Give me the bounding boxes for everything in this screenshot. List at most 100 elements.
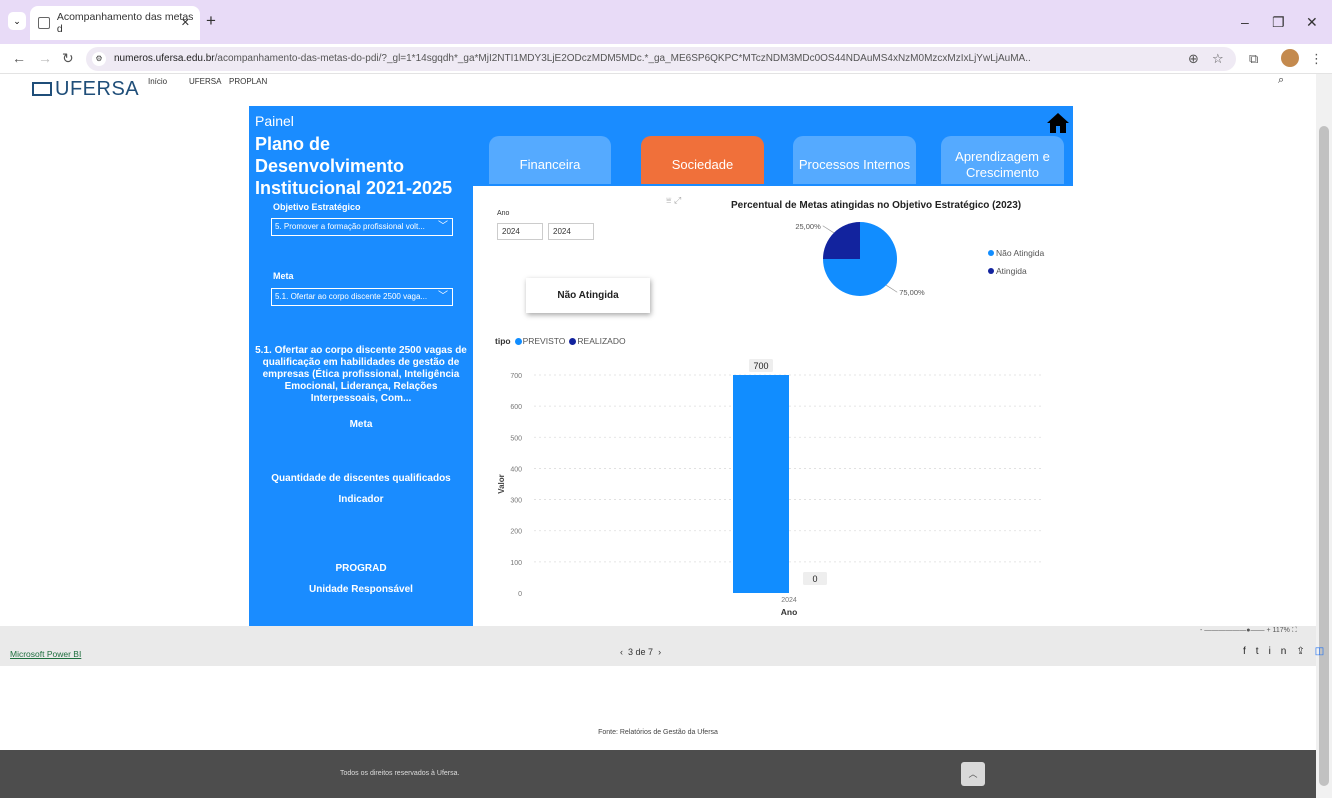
next-page-icon[interactable]: › [658, 647, 661, 657]
address-bar[interactable]: ⚙ numeros.ufersa.edu.br/acompanhamento-d… [86, 47, 1236, 71]
legend-dot-icon [988, 250, 994, 256]
pie-data-label: 25,00% [795, 222, 821, 231]
twitter-icon[interactable]: t [1256, 646, 1269, 657]
powerbi-link[interactable]: Microsoft Power BI [10, 649, 81, 659]
url-path: /acompanhamento-das-metas-do-pdi/?_gl=1*… [214, 53, 1031, 64]
pie-chart: 75,00% 25,00% [795, 222, 925, 297]
y-tick-label: 300 [510, 498, 522, 505]
page-indicator: 3 de 7 [628, 647, 654, 657]
meta-caption: Meta [349, 419, 373, 430]
site-footer [0, 750, 1316, 798]
y-tick-label: 200 [510, 529, 522, 536]
legend-dot-icon [514, 338, 522, 345]
tab-processos-internos[interactable]: Processos Internos [793, 136, 916, 184]
zoom-value: 117% [1272, 627, 1290, 634]
bar-chart: 0 100 200 300 400 500 600 700 Valor 700 0 2024 Ano [497, 359, 1044, 617]
share-link-icon[interactable]: ⇪ [1296, 646, 1314, 657]
meta-value: 5.1. Ofertar ao corpo discente 2500 vaga… [275, 292, 428, 301]
chevron-down-icon: ﹀ [438, 291, 448, 302]
filter-icon[interactable]: ⩸ [666, 195, 671, 205]
close-tab-icon[interactable]: ✕ [181, 16, 190, 29]
report-title: Plano de Desenvolvimento Institucional 2… [255, 134, 453, 198]
home-icon[interactable] [1046, 111, 1070, 135]
nav-link-ufersa[interactable]: UFERSA [189, 77, 221, 86]
prev-page-icon[interactable]: ‹ [620, 647, 623, 657]
y-tick-label: 700 [510, 373, 522, 380]
tab-sociedade[interactable]: Sociedade [641, 136, 764, 184]
objetivo-dropdown[interactable]: 5. Promover a formação profissional volt… [271, 218, 453, 236]
logo-mark-icon [32, 82, 52, 96]
back-to-top-button[interactable]: ︿ [961, 762, 985, 786]
unidade-caption: Unidade Responsável [309, 584, 413, 595]
new-tab-icon[interactable]: + [206, 11, 216, 31]
site-search-icon[interactable]: ⌕ [1278, 74, 1284, 87]
bar-previsto[interactable] [733, 375, 789, 593]
source-note: Fonte: Relatórios de Gestão da Ufersa [598, 729, 718, 736]
nav-link-proplan[interactable]: PROPLAN [229, 77, 267, 86]
profile-avatar[interactable] [1281, 49, 1299, 67]
objetivo-value: 5. Promover a formação profissional volt… [275, 222, 425, 231]
url-domain: numeros.ufersa.edu.br [114, 53, 215, 64]
unidade-text: PROGRAD [335, 563, 387, 574]
visual-header-icons[interactable]: ⩸ ⤢ [666, 195, 681, 206]
painel-label: Painel [255, 113, 294, 129]
site-logo[interactable]: UFERSA [32, 78, 139, 101]
legend-realizado[interactable]: REALIZADO [577, 336, 625, 346]
zoom-icon[interactable]: ⊕ [1188, 51, 1199, 67]
restore-icon[interactable]: ❐ [1272, 14, 1285, 31]
pie-chart-title: Percentual de Metas atingidas no Objetiv… [731, 200, 1022, 211]
browser-toolbar: ← → ↻ ⚙ numeros.ufersa.edu.br/acompanham… [0, 44, 1332, 74]
page-scrollbar-thumb[interactable] [1319, 126, 1329, 786]
reload-icon[interactable]: ↻ [62, 50, 74, 67]
x-tick-label: 2024 [781, 597, 797, 604]
legend-previsto[interactable]: PREVISTO [523, 336, 566, 346]
minimize-icon[interactable]: – [1241, 14, 1249, 30]
extensions-icon[interactable]: ⧉ [1249, 51, 1258, 67]
y-tick-label: 0 [518, 591, 522, 598]
logo-text: UFERSA [55, 78, 140, 100]
ano-from-input[interactable]: 2024 [497, 223, 543, 240]
fit-page-icon[interactable]: ⛶ [1292, 627, 1297, 634]
indicador-text: Quantidade de discentes qualificados [271, 473, 451, 484]
y-tick-label: 400 [510, 466, 522, 473]
back-icon[interactable]: ← [12, 50, 26, 66]
pie-leader-line [822, 225, 835, 234]
browser-tab[interactable]: Acompanhamento das metas d ✕ [30, 6, 200, 40]
pie-legend-atingida[interactable]: Atingida [988, 266, 1027, 276]
bookmark-star-icon[interactable]: ☆ [1212, 51, 1224, 67]
forward-icon[interactable]: → [38, 50, 52, 66]
y-tick-label: 100 [510, 560, 522, 567]
site-info-icon[interactable]: ⚙ [92, 52, 106, 66]
powerbi-logo-icon[interactable]: ◫ [1315, 646, 1332, 657]
tab-aprendizagem-crescimento[interactable]: Aprendizagem e Crescimento [941, 136, 1064, 184]
chevron-up-icon: ︿ [968, 769, 978, 779]
rights-text: Todos os direitos reservados à Ufersa. [340, 770, 460, 777]
nav-link-inicio[interactable]: Início [148, 77, 167, 86]
ano-slicer-label: Ano [497, 210, 510, 217]
indicador-caption: Indicador [338, 494, 384, 505]
linkedin-icon[interactable]: in [1269, 646, 1297, 657]
bar-legend: tipo PREVISTO REALIZADO [495, 336, 626, 346]
zoom-slider[interactable]: - ——————●—— + 117% ⛶ [1200, 627, 1297, 635]
browser-tab-bar: ⌄ Acompanhamento das metas d ✕ + – ❐ ✕ [0, 0, 1332, 44]
browser-menu-icon[interactable]: ⋮ [1310, 51, 1323, 67]
powerbi-footer-bar [0, 626, 1316, 666]
facebook-icon[interactable]: f [1243, 646, 1256, 657]
tab-financeira[interactable]: Financeira [489, 136, 611, 184]
meta-dropdown[interactable]: 5.1. Ofertar ao corpo discente 2500 vaga… [271, 288, 453, 306]
meta-label: Meta [273, 271, 294, 281]
tab-title: Acompanhamento das metas d [56, 11, 194, 35]
tab-search-button[interactable]: ⌄ [8, 12, 26, 30]
meta-description: 5.1. Ofertar ao corpo discente 2500 vaga… [255, 345, 467, 404]
pie-legend-label: Atingida [996, 266, 1027, 276]
legend-dot-icon [988, 268, 994, 274]
x-axis-label: Ano [781, 607, 798, 617]
status-card: Não Atingida [526, 278, 650, 313]
pie-legend-nao-atingida[interactable]: Não Atingida [988, 248, 1044, 258]
focus-mode-icon[interactable]: ⤢ [674, 195, 681, 205]
pie-data-label: 75,00% [899, 288, 925, 297]
ano-to-input[interactable]: 2024 [548, 223, 594, 240]
y-tick-label: 500 [510, 435, 522, 442]
window-close-icon[interactable]: ✕ [1306, 14, 1318, 31]
pie-slice[interactable] [823, 222, 860, 259]
